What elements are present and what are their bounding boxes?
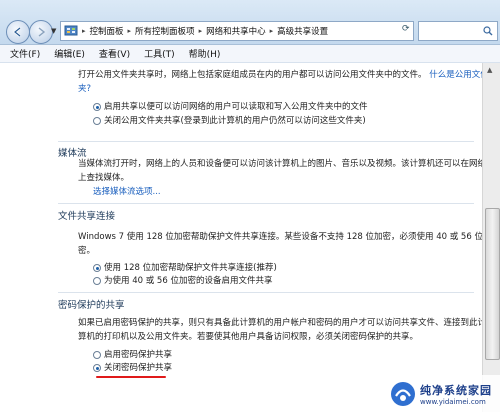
media-description-line2: 上查找媒体。 [78, 173, 130, 183]
history-dropdown-icon[interactable]: ▼ [51, 27, 56, 35]
address-box[interactable]: ▸ 控制面板 ▸ 所有控制面板项 ▸ 网络和共享中心 ▸ 高级共享设置 [60, 21, 414, 41]
watermark-logo-icon [391, 381, 415, 406]
forward-button[interactable] [29, 20, 53, 44]
breadcrumb-separator: ▸ [82, 27, 86, 35]
highlight-underline [96, 376, 166, 378]
menu-edit[interactable]: 编辑(E) [54, 47, 85, 60]
breadcrumb-advanced-sharing[interactable]: 高级共享设置 [277, 25, 328, 37]
file-sharing-description-line1: Windows 7 使用 128 位加密帮助保护文件共享连接。某些设备不支持 1… [78, 232, 482, 242]
settings-content: 打开公用文件夹共享时，网络上包括家庭组成员在内的用户都可以访问公用文件夹中的文件… [0, 63, 482, 412]
encryption-128-radio[interactable] [93, 264, 101, 272]
media-description-line1: 当媒体流打开时，网络上的人员和设备便可以访问该计算机上的图片、音乐以及视频。该计… [78, 159, 482, 169]
menu-help[interactable]: 帮助(H) [189, 47, 221, 60]
password-on-label[interactable]: 启用密码保护共享 [104, 348, 172, 360]
address-bar-area: ▼ ▸ 控制面板 ▸ 所有控制面板项 ▸ 网络和共享中心 ▸ 高级共享设置 ⟳ [0, 0, 500, 45]
file-sharing-section-title: 文件共享连接 [58, 211, 116, 222]
breadcrumb-separator: ▸ [198, 27, 203, 35]
choose-media-options-link[interactable]: 选择媒体流选项... [93, 185, 161, 199]
menu-file[interactable]: 文件(F) [10, 47, 40, 60]
public-folder-on-radio[interactable] [93, 103, 101, 111]
encryption-128-label[interactable]: 使用 128 位加密帮助保护文件共享连接(推荐) [104, 261, 277, 273]
search-icon [483, 26, 493, 36]
password-on-radio[interactable] [93, 351, 101, 359]
breadcrumb-all-items[interactable]: 所有控制面板项 [135, 25, 195, 37]
what-is-public-folder-link-cont[interactable]: 夹? [78, 82, 91, 96]
public-folder-off-label[interactable]: 关闭公用文件夹共享(登录到此计算机的用户仍然可以访问这些文件夹) [104, 114, 366, 126]
section-divider [58, 292, 474, 293]
public-folder-off-radio[interactable] [93, 117, 101, 125]
forward-arrow-icon [38, 27, 46, 37]
control-panel-icon [64, 25, 78, 36]
watermark: 纯净系统家园 www.yidaimei.com [388, 375, 500, 412]
menu-view[interactable]: 查看(V) [99, 47, 130, 60]
password-off-radio[interactable] [93, 364, 101, 372]
public-folder-description: 打开公用文件夹共享时，网络上包括家庭组成员在内的用户都可以访问公用文件夹中的文件… [78, 68, 482, 82]
watermark-title: 纯净系统家园 [420, 383, 492, 397]
password-off-label[interactable]: 关闭密码保护共享 [104, 361, 172, 373]
watermark-text: 纯净系统家园 www.yidaimei.com [420, 382, 492, 406]
password-section-title: 密码保护的共享 [58, 300, 125, 311]
public-folder-on-label[interactable]: 启用共享以便可以访问网络的用户可以读取和写入公用文件夹中的文件 [104, 100, 368, 112]
breadcrumb-separator: ▸ [269, 27, 274, 35]
scroll-thumb[interactable] [485, 208, 500, 360]
password-description-line1: 如果已启用密码保护的共享，则只有具备此计算机的用户帐户和密码的用户才可以访问共享… [78, 318, 482, 328]
breadcrumb-control-panel[interactable]: 控制面板 [90, 25, 124, 37]
menu-bar: 文件(F) 编辑(E) 查看(V) 工具(T) 帮助(H) [0, 45, 500, 63]
section-divider [58, 203, 474, 204]
vertical-scrollbar[interactable]: ▲ [482, 63, 500, 412]
file-sharing-description-line2: 密。 [78, 246, 96, 256]
password-description-line2: 算机的打印机以及公用文件夹。若要使其他用户具备访问权限，必须关闭密码保护的共享。 [78, 332, 419, 342]
menu-tools[interactable]: 工具(T) [144, 47, 175, 60]
breadcrumb-separator: ▸ [127, 27, 132, 35]
watermark-url: www.yidaimei.com [420, 397, 486, 406]
encryption-40-56-radio[interactable] [93, 277, 101, 285]
scroll-up-icon[interactable]: ▲ [487, 66, 492, 74]
encryption-40-56-label[interactable]: 为使用 40 或 56 位加密的设备启用文件共享 [104, 274, 272, 286]
refresh-icon[interactable]: ⟳ [402, 24, 410, 34]
search-input[interactable] [418, 21, 498, 41]
back-button[interactable] [6, 20, 30, 44]
public-folder-text: 打开公用文件夹共享时，网络上包括家庭组成员在内的用户都可以访问公用文件夹中的文件… [78, 70, 427, 80]
breadcrumb-network-center[interactable]: 网络和共享中心 [206, 25, 266, 37]
section-divider [58, 141, 474, 142]
what-is-public-folder-link[interactable]: 什么是公用文件 [429, 70, 482, 80]
back-arrow-icon [13, 27, 21, 37]
